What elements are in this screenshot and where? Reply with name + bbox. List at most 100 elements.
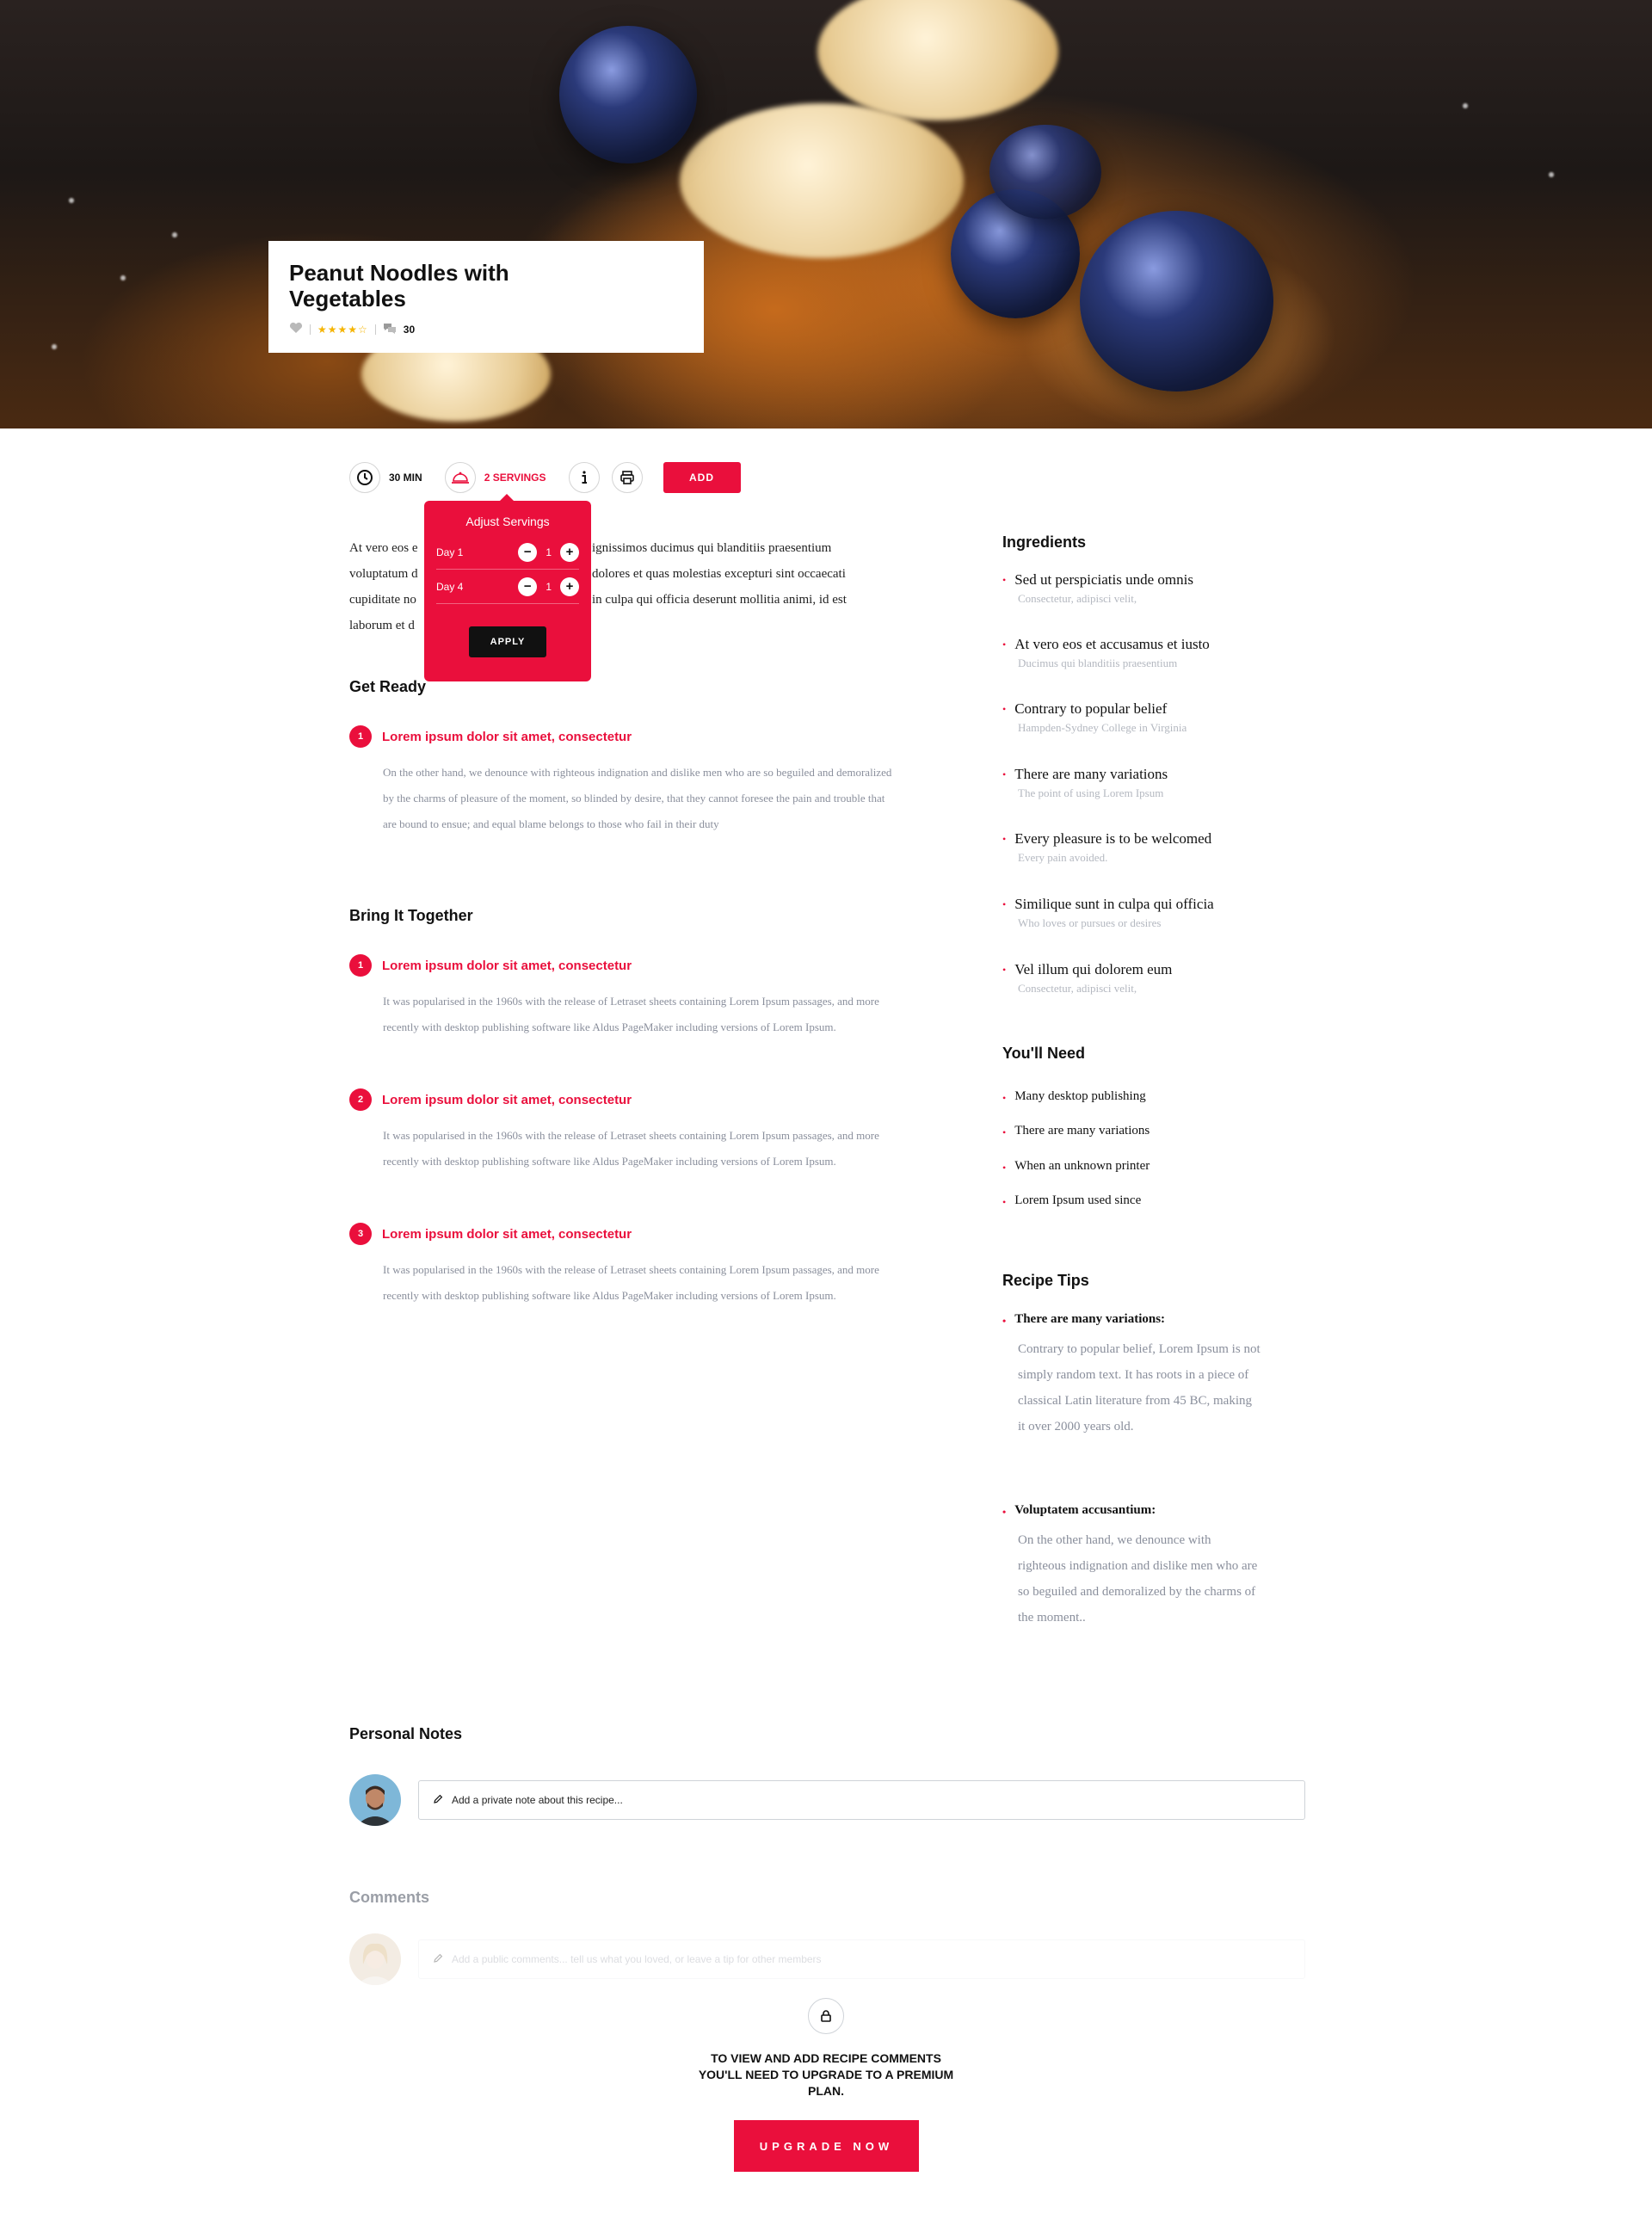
get-ready-title: Get Ready bbox=[349, 678, 427, 695]
apply-button[interactable]: APPLY bbox=[469, 626, 546, 657]
need-item-label: Many desktop publishing bbox=[1014, 1089, 1146, 1103]
tip-item: • There are many variations: Contrary to … bbox=[1002, 1312, 1261, 1440]
get-ready-step: 1 Lorem ipsum dolor sit amet, consectetu… bbox=[349, 725, 900, 837]
private-note-placeholder: Add a private note about this recipe... bbox=[452, 1794, 623, 1806]
intro-line: ignissimos ducimus qui blanditiis praese… bbox=[592, 541, 832, 555]
servings-day-label: Day 1 bbox=[436, 546, 464, 558]
ingredient-item: • There are many variations The point of … bbox=[1002, 766, 1278, 800]
comments-icon bbox=[383, 323, 397, 336]
need-item: • When an unknown printer bbox=[1002, 1159, 1150, 1176]
upgrade-message: TO VIEW AND ADD RECIPE COMMENTS YOU'LL N… bbox=[698, 2051, 954, 2098]
heart-icon[interactable] bbox=[289, 322, 303, 336]
intro-line: in culpa qui officia deserunt mollitia a… bbox=[592, 593, 847, 607]
comments-title: Comments bbox=[349, 1889, 430, 1906]
ingredient-note: Every pain avoided. bbox=[1018, 851, 1108, 864]
bring-together-title: Bring It Together bbox=[349, 907, 473, 924]
step-title: Lorem ipsum dolor sit amet, consectetur bbox=[382, 958, 632, 973]
plus-icon[interactable]: + bbox=[560, 542, 579, 562]
add-button[interactable]: ADD bbox=[663, 462, 741, 493]
need-item-label: There are many variations bbox=[1014, 1124, 1150, 1138]
tip-title: Voluptatem accusantium: bbox=[1014, 1503, 1156, 1517]
avatar bbox=[349, 1933, 401, 1985]
servings-stepper: − 1 + bbox=[518, 576, 579, 596]
ingredient-item: • Similique sunt in culpa qui officia Who… bbox=[1002, 896, 1278, 930]
servings-button[interactable]: 2 SERVINGS bbox=[444, 462, 546, 493]
tip-body: On the other hand, we denounce with righ… bbox=[1018, 1533, 1258, 1625]
cloche-icon bbox=[444, 462, 476, 493]
intro-line: cupiditate no bbox=[349, 593, 416, 607]
step-number: 3 bbox=[349, 1223, 372, 1245]
need-item: • Lorem Ipsum used since bbox=[1002, 1193, 1141, 1211]
ingredient-item: • Vel illum qui dolorem eum Consectetur, … bbox=[1002, 961, 1278, 996]
recipe-title: Peanut Noodles with Vegetables bbox=[289, 260, 509, 311]
pencil-icon bbox=[433, 1794, 443, 1807]
ingredient-note: Consectetur, adipisci velit, bbox=[1018, 592, 1137, 605]
ingredient-item: • At vero eos et accusamus et iusto Ducim… bbox=[1002, 636, 1278, 670]
divider bbox=[374, 324, 376, 335]
minus-icon[interactable]: − bbox=[518, 576, 538, 596]
public-comment-input: Add a public comments... tell us what yo… bbox=[418, 1939, 1305, 1979]
need-item-label: Lorem Ipsum used since bbox=[1014, 1193, 1142, 1207]
divider bbox=[310, 324, 311, 335]
ingredient-note: Who loves or pursues or desires bbox=[1018, 916, 1162, 929]
recipe-toolbar: 30 MIN 2 SERVINGS ADD bbox=[349, 461, 741, 494]
step-body: It was popularised in the 1960s with the… bbox=[383, 1263, 879, 1302]
need-item-label: When an unknown printer bbox=[1014, 1159, 1150, 1173]
step-title: Lorem ipsum dolor sit amet, consectetur bbox=[382, 1092, 632, 1107]
step-number: 2 bbox=[349, 1088, 372, 1111]
recipe-meta: ★★★★☆ 30 bbox=[289, 322, 683, 336]
intro-line: laborum et d bbox=[349, 619, 415, 632]
tip-item: • Voluptatem accusantium: On the other ha… bbox=[1002, 1503, 1261, 1631]
step-title: Lorem ipsum dolor sit amet, consectetur bbox=[382, 1226, 632, 1242]
recipe-tips-title: Recipe Tips bbox=[1002, 1272, 1089, 1289]
ingredient-name: Vel illum qui dolorem eum bbox=[1014, 961, 1173, 977]
adjust-servings-popup: Adjust Servings Day 1 − 1 + Day 4 − 1 + … bbox=[424, 494, 591, 681]
step-number: 1 bbox=[349, 954, 372, 977]
ingredient-note: The point of using Lorem Ipsum bbox=[1018, 786, 1164, 799]
intro-line: voluptatum d bbox=[349, 567, 418, 581]
ingredient-name: Similique sunt in culpa qui officia bbox=[1014, 896, 1214, 912]
ingredient-note: Consectetur, adipisci velit, bbox=[1018, 982, 1137, 995]
minus-icon[interactable]: − bbox=[518, 542, 538, 562]
bring-together-step: 2 Lorem ipsum dolor sit amet, consectetu… bbox=[349, 1088, 900, 1175]
hero-image: Peanut Noodles with Vegetables ★★★★☆ 30 bbox=[0, 0, 1652, 429]
upgrade-now-button[interactable]: UPGRADE NOW bbox=[734, 2120, 919, 2172]
step-body: It was popularised in the 1960s with the… bbox=[383, 1129, 879, 1168]
private-note-input[interactable]: Add a private note about this recipe... bbox=[418, 1780, 1305, 1820]
ingredient-item: • Contrary to popular belief Hampden-Sydn… bbox=[1002, 700, 1278, 735]
print-icon[interactable] bbox=[611, 462, 643, 493]
intro-line: At vero eos e bbox=[349, 541, 418, 555]
step-body: It was popularised in the 1960s with the… bbox=[383, 995, 879, 1033]
step-title: Lorem ipsum dolor sit amet, consectetur bbox=[382, 729, 632, 744]
time-label: 30 MIN bbox=[389, 472, 422, 484]
step-number: 1 bbox=[349, 725, 372, 748]
servings-day-label: Day 4 bbox=[436, 580, 464, 593]
ingredient-name: Contrary to popular belief bbox=[1014, 700, 1168, 717]
public-comment-placeholder: Add a public comments... tell us what yo… bbox=[452, 1953, 822, 1965]
ingredient-name: At vero eos et accusamus et iusto bbox=[1014, 636, 1210, 652]
ingredient-name: Every pleasure is to be welcomed bbox=[1014, 830, 1212, 847]
servings-value: 1 bbox=[546, 546, 552, 558]
comment-count: 30 bbox=[403, 323, 416, 336]
popup-title: Adjust Servings bbox=[465, 515, 550, 528]
avatar bbox=[349, 1774, 401, 1826]
need-item: • There are many variations bbox=[1002, 1124, 1150, 1141]
rating-stars[interactable]: ★★★★☆ bbox=[317, 324, 368, 336]
servings-row: Day 4 − 1 + bbox=[436, 570, 579, 604]
ingredient-name: Sed ut perspiciatis unde omnis bbox=[1014, 571, 1193, 588]
ingredients-title: Ingredients bbox=[1002, 533, 1087, 551]
bring-together-step: 1 Lorem ipsum dolor sit amet, consectetu… bbox=[349, 954, 900, 1040]
step-body: On the other hand, we denounce with righ… bbox=[383, 766, 892, 830]
ingredient-item: • Every pleasure is to be welcomed Every … bbox=[1002, 830, 1278, 865]
plus-icon[interactable]: + bbox=[560, 576, 579, 596]
youll-need-title: You'll Need bbox=[1002, 1045, 1085, 1062]
tip-title: There are many variations: bbox=[1014, 1312, 1166, 1326]
servings-stepper: − 1 + bbox=[518, 542, 579, 562]
pencil-icon bbox=[433, 1953, 443, 1966]
tip-body: Contrary to popular belief, Lorem Ipsum … bbox=[1018, 1342, 1261, 1434]
personal-notes-title: Personal Notes bbox=[349, 1725, 463, 1742]
servings-value: 1 bbox=[546, 580, 552, 593]
ingredient-note: Hampden-Sydney College in Virginia bbox=[1018, 721, 1187, 734]
lock-icon bbox=[808, 1998, 844, 2034]
info-icon[interactable] bbox=[568, 462, 600, 493]
